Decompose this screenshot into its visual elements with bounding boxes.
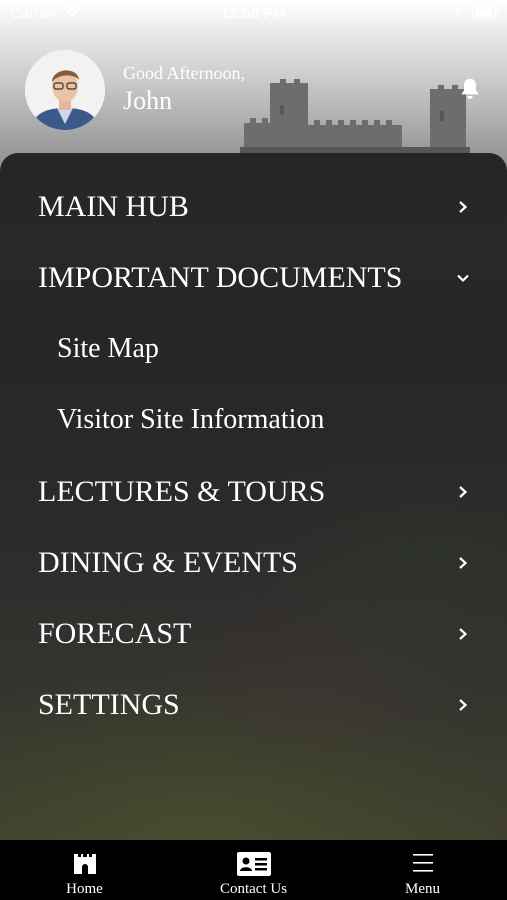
chevron-right-icon bbox=[456, 627, 470, 646]
submenu-item-label: Visitor Site Information bbox=[57, 404, 325, 435]
hamburger-menu-icon bbox=[338, 852, 507, 879]
tab-menu[interactable]: Menu bbox=[338, 840, 507, 900]
menu-item-settings[interactable]: SETTINGS bbox=[0, 676, 507, 736]
menu-item-label: LECTURES & TOURS bbox=[38, 475, 326, 508]
chevron-right-icon bbox=[456, 485, 470, 504]
castle-icon bbox=[0, 852, 169, 879]
submenu-item-visitor-site-information[interactable]: Visitor Site Information bbox=[0, 392, 507, 452]
menu-item-label: DINING & EVENTS bbox=[38, 546, 298, 579]
side-menu-panel: MAIN HUB IMPORTANT DOCUMENTS Site Map Vi… bbox=[0, 153, 507, 840]
menu-item-label: MAIN HUB bbox=[38, 190, 189, 223]
user-name: John bbox=[123, 86, 173, 115]
menu-item-dining-events[interactable]: DINING & EVENTS bbox=[0, 534, 507, 594]
menu-item-label: SETTINGS bbox=[38, 688, 180, 721]
submenu-item-label: Site Map bbox=[57, 333, 159, 364]
bottom-tab-bar: Home Contact Us Menu bbox=[0, 840, 507, 900]
tab-label: Home bbox=[66, 881, 103, 897]
menu-item-label: FORECAST bbox=[38, 617, 192, 650]
chevron-right-icon bbox=[456, 698, 470, 717]
status-time: 12:08 PM bbox=[220, 5, 287, 22]
menu-item-important-documents[interactable]: IMPORTANT DOCUMENTS bbox=[0, 249, 507, 309]
chevron-down-icon bbox=[456, 271, 470, 290]
menu-item-main-hub[interactable]: MAIN HUB bbox=[0, 178, 507, 238]
contact-card-icon bbox=[169, 852, 338, 881]
greeting-text: Good Afternoon, bbox=[123, 63, 245, 83]
user-avatar[interactable] bbox=[25, 50, 105, 130]
chevron-right-icon bbox=[456, 200, 470, 219]
tab-contact-us[interactable]: Contact Us bbox=[169, 840, 338, 900]
tab-home[interactable]: Home bbox=[0, 840, 169, 900]
menu-item-label: IMPORTANT DOCUMENTS bbox=[38, 261, 403, 294]
menu-item-lectures-tours[interactable]: LECTURES & TOURS bbox=[0, 463, 507, 523]
chevron-right-icon bbox=[456, 556, 470, 575]
location-arrow-icon bbox=[451, 5, 463, 22]
bell-icon[interactable] bbox=[457, 76, 483, 107]
submenu-item-site-map[interactable]: Site Map bbox=[0, 321, 507, 381]
status-bar: Carrier 12:08 PM bbox=[0, 0, 507, 30]
castle-battlements-image bbox=[240, 79, 470, 155]
menu-item-forecast[interactable]: FORECAST bbox=[0, 605, 507, 665]
battery-icon bbox=[472, 6, 499, 19]
tab-label: Contact Us bbox=[219, 881, 288, 897]
tab-label: Menu bbox=[405, 881, 440, 897]
